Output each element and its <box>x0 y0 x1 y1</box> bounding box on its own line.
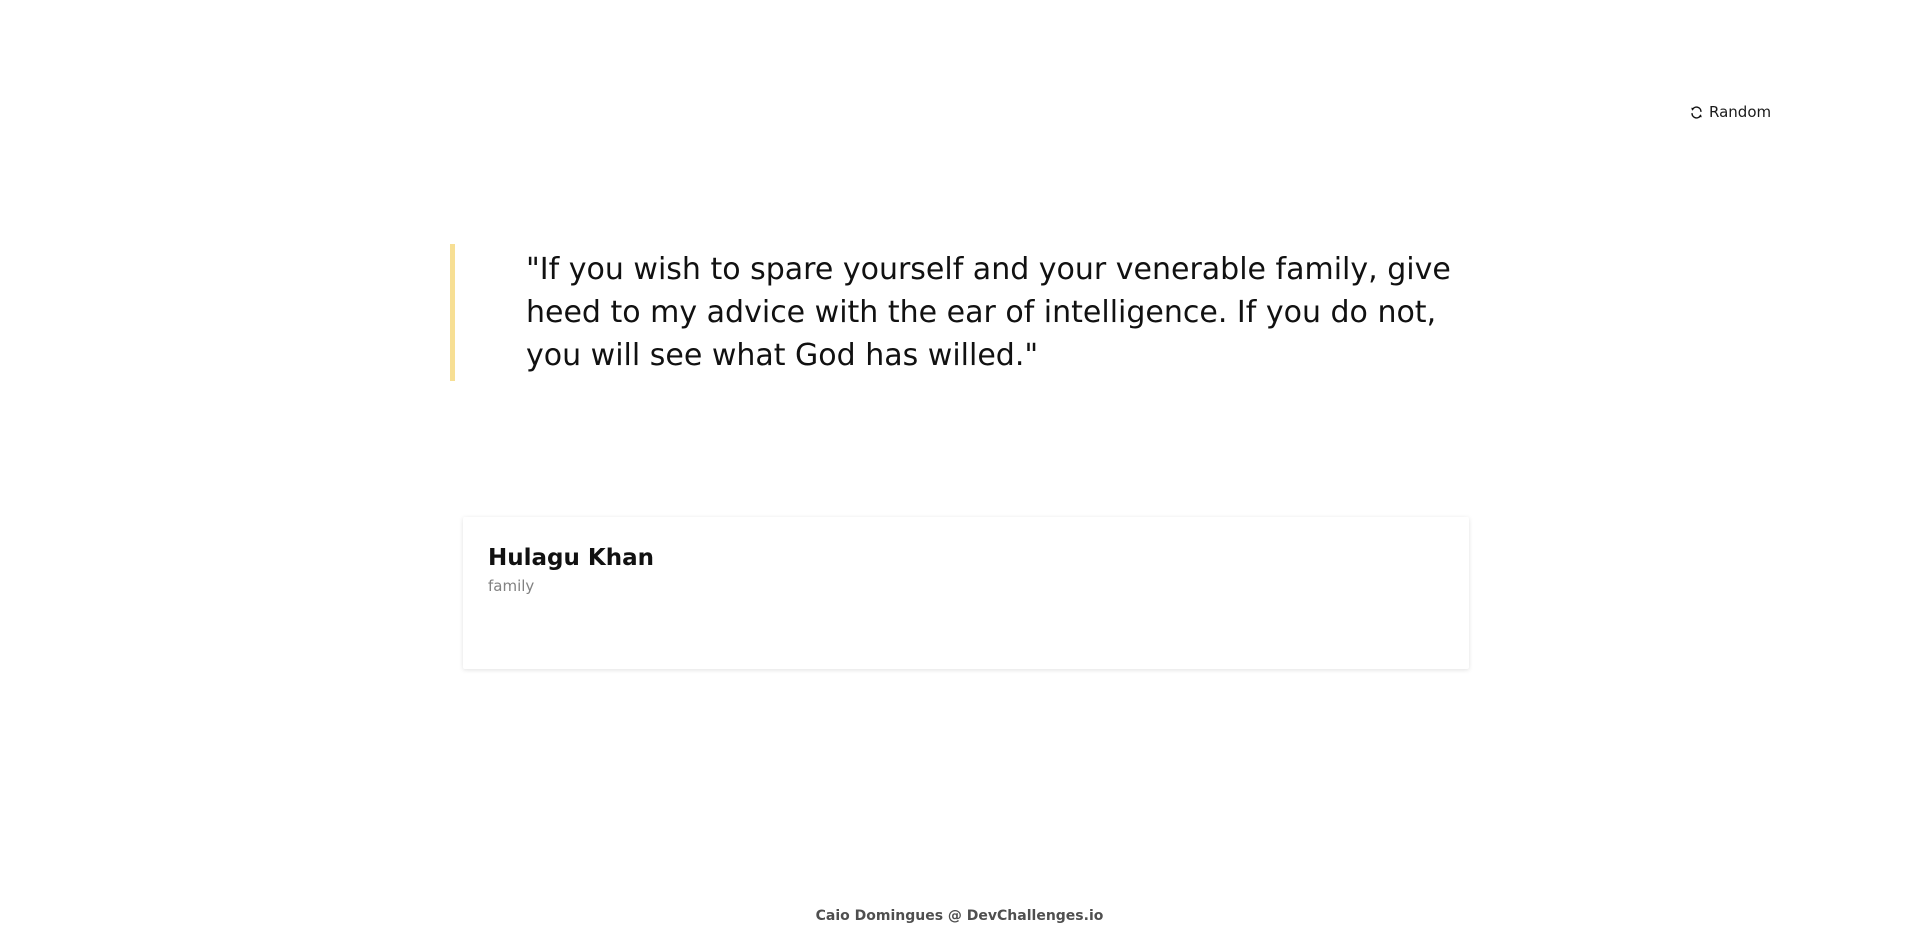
page: Random "If you wish to spare yourself an… <box>0 0 1919 933</box>
random-button-label: Random <box>1709 103 1772 121</box>
quote-block: "If you wish to spare yourself and your … <box>450 244 1480 381</box>
quote-text: "If you wish to spare yourself and your … <box>526 252 1451 373</box>
random-button[interactable]: Random <box>1686 101 1775 123</box>
author-card[interactable]: Hulagu Khan family <box>463 517 1469 669</box>
footer-credit: Caio Domingues @ DevChallenges.io <box>815 908 1104 924</box>
refresh-icon <box>1690 105 1703 119</box>
author-genre: family <box>488 577 535 595</box>
author-name: Hulagu Khan <box>488 545 654 571</box>
